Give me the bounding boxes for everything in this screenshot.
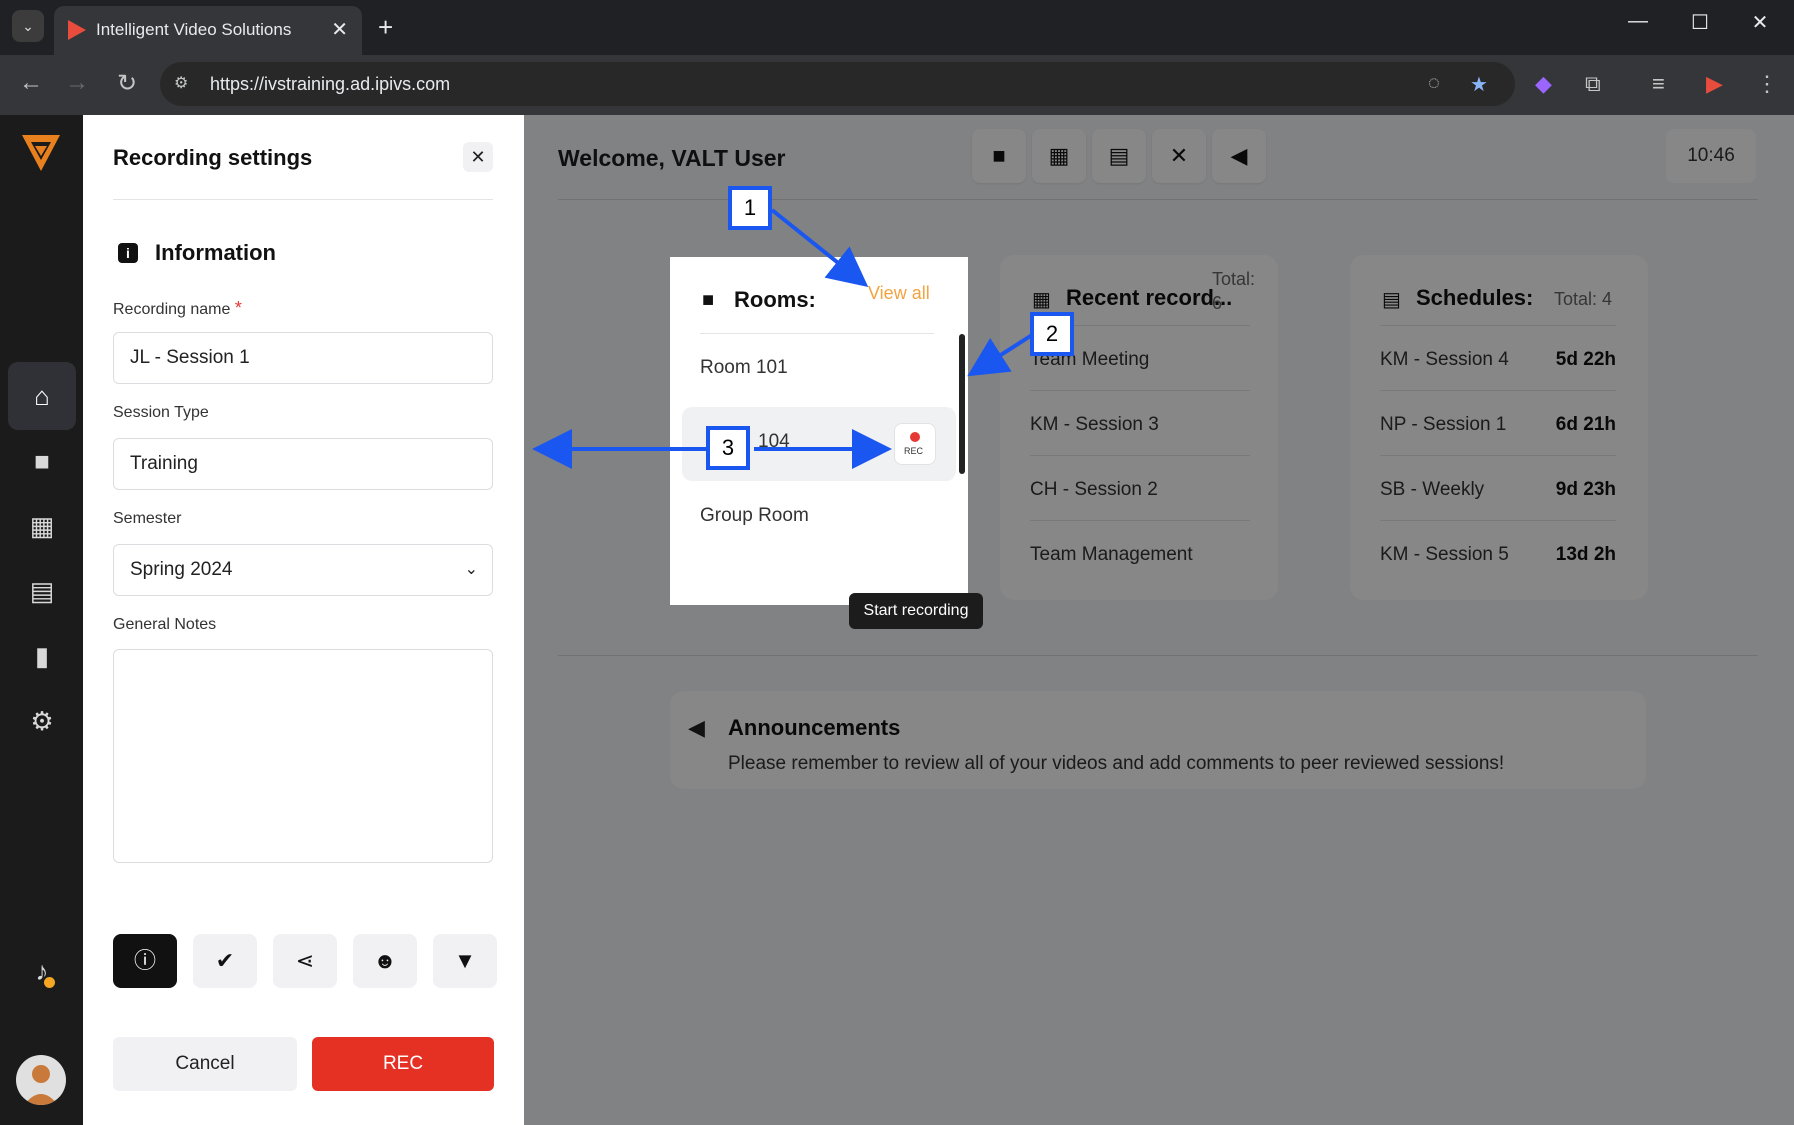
rec-mini-label: REC <box>904 446 924 456</box>
record-dot-icon <box>910 432 920 442</box>
trash-icon[interactable]: ▼ <box>433 934 497 988</box>
semester-value: Spring 2024 <box>130 559 233 580</box>
session-type-input[interactable]: Training <box>113 438 493 490</box>
schedule-icon[interactable]: ▤ <box>8 557 76 625</box>
tab-search-button[interactable]: ⌄ <box>12 10 44 42</box>
check-icon[interactable]: ✔ <box>193 934 257 988</box>
extension-icon[interactable]: ◆ <box>1535 71 1552 97</box>
start-recording-button[interactable]: REC <box>894 423 936 465</box>
extensions-puzzle-icon[interactable]: ⧉ <box>1585 71 1601 97</box>
valt-logo-icon <box>22 135 60 171</box>
rooms-title: Rooms: <box>734 287 816 312</box>
recording-name-input[interactable]: JL - Session 1 <box>113 332 493 384</box>
media-queue-icon[interactable]: ≡ <box>1652 71 1665 97</box>
rec-button[interactable]: REC <box>312 1037 494 1091</box>
reload-icon[interactable]: ↻ <box>112 69 142 98</box>
analytics-icon[interactable]: ▮ <box>8 622 76 690</box>
panel-title: Recording settings <box>113 145 313 170</box>
recording-settings-panel: Recording settings ✕ i Information Recor… <box>83 115 524 1125</box>
eye-off-icon[interactable]: ◌ <box>1428 72 1440 95</box>
avatar[interactable] <box>16 1055 66 1105</box>
maximize-button[interactable]: ☐ <box>1680 10 1720 35</box>
video-camera-icon: ■ <box>702 289 715 311</box>
window-close-button[interactable]: ✕ <box>1740 10 1780 35</box>
cancel-button[interactable]: Cancel <box>113 1037 297 1091</box>
info-icon: i <box>118 243 138 263</box>
annotation-marker-3: 3 <box>706 426 750 470</box>
film-icon[interactable]: ▦ <box>8 492 76 560</box>
url-text[interactable]: https://ivstraining.ad.ipivs.com <box>210 74 450 95</box>
address-bar-row: ← → ↻ ⚙ https://ivstraining.ad.ipivs.com… <box>0 55 1794 115</box>
url-bar[interactable]: ⚙ https://ivstraining.ad.ipivs.com ◌ ★ <box>160 62 1515 106</box>
view-all-link[interactable]: View all <box>868 283 930 304</box>
divider <box>113 199 493 200</box>
site-favicon-icon <box>68 20 86 40</box>
info-tab-button[interactable]: ⓘ <box>113 934 177 988</box>
chevron-down-icon: ⌄ <box>464 561 478 578</box>
bookmark-star-icon[interactable]: ★ <box>1470 72 1488 97</box>
home-icon[interactable]: ⌂ <box>8 362 76 430</box>
ivs-extension-icon[interactable]: ▶ <box>1706 71 1723 97</box>
video-camera-icon[interactable]: ■ <box>8 427 76 495</box>
back-arrow-icon[interactable]: ← <box>16 69 46 97</box>
session-type-label: Session Type <box>113 404 209 421</box>
semester-select[interactable]: Spring 2024 ⌄ <box>113 544 493 596</box>
scrollbar[interactable] <box>959 334 965 474</box>
notification-bell-icon[interactable]: ♪ <box>8 937 76 1005</box>
section-title: Information <box>155 240 276 265</box>
notification-dot <box>44 977 55 988</box>
browser-menu-icon[interactable]: ⋮ <box>1756 71 1778 97</box>
close-icon[interactable]: ✕ <box>463 142 493 172</box>
browser-tab[interactable]: Intelligent Video Solutions ✕ <box>54 6 362 55</box>
general-notes-label: General Notes <box>113 616 217 633</box>
minimize-button[interactable]: — <box>1618 10 1658 33</box>
app-root: ⌂ ■ ▦ ▤ ▮ ⚙ ♪ Welcome, VALT User ■ ▦ ▤ ✕… <box>0 115 1794 1125</box>
users-icon[interactable]: ☻ <box>353 934 417 988</box>
start-recording-tooltip: Start recording <box>849 593 983 629</box>
new-tab-button[interactable]: + <box>378 12 393 43</box>
sidebar: ⌂ ■ ▦ ▤ ▮ ⚙ ♪ <box>0 115 83 1125</box>
browser-tab-bar: ⌄ Intelligent Video Solutions ✕ + — ☐ ✕ <box>0 0 1794 55</box>
required-marker: * <box>234 298 242 318</box>
room-item[interactable]: 104 <box>758 431 790 453</box>
settings-gear-icon[interactable]: ⚙ <box>8 687 76 755</box>
general-notes-textarea[interactable] <box>113 649 493 863</box>
annotation-marker-1: 1 <box>728 186 772 230</box>
tab-close-icon[interactable]: ✕ <box>331 17 348 42</box>
tab-title: Intelligent Video Solutions <box>96 20 292 39</box>
share-icon[interactable]: ⋖ <box>273 934 337 988</box>
room-item[interactable]: Group Room <box>700 505 809 527</box>
semester-label: Semester <box>113 510 182 527</box>
annotation-marker-2: 2 <box>1030 312 1074 356</box>
site-info-icon[interactable]: ⚙ <box>174 73 188 93</box>
room-item[interactable]: Room 101 <box>700 357 788 379</box>
forward-arrow-icon[interactable]: → <box>62 69 92 97</box>
recording-name-label: Recording name * <box>113 298 242 318</box>
